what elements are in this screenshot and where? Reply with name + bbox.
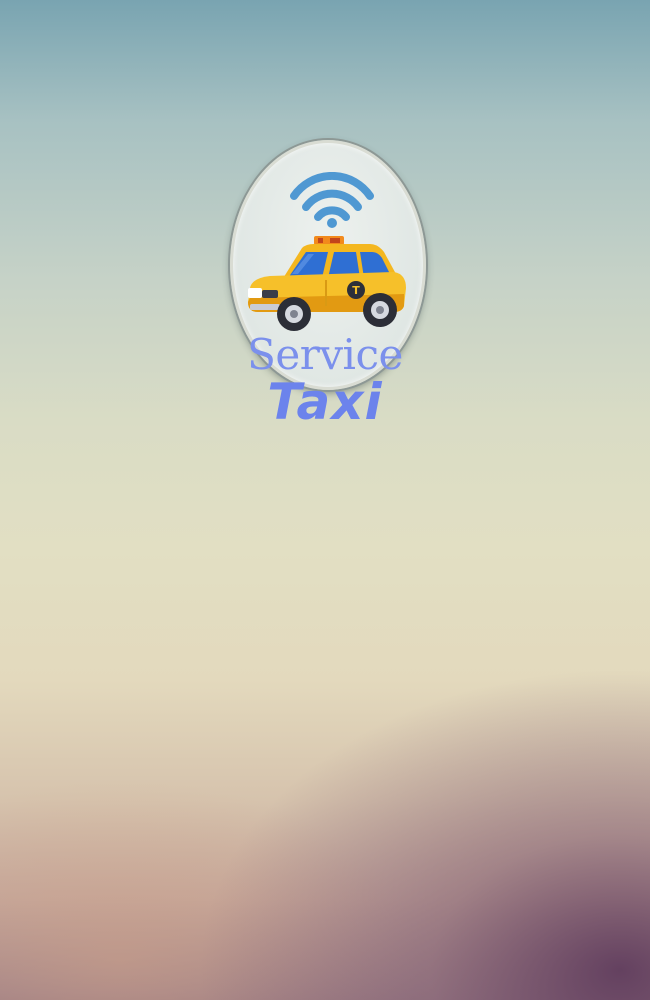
wifi-signal-icon [290,172,374,228]
taxi-badge-letter: T [352,284,360,297]
splash-screen: T Service Taxi [0,0,650,1000]
taxi-car-icon: T [248,236,406,331]
brand-title-taxi: Taxi [267,373,383,431]
